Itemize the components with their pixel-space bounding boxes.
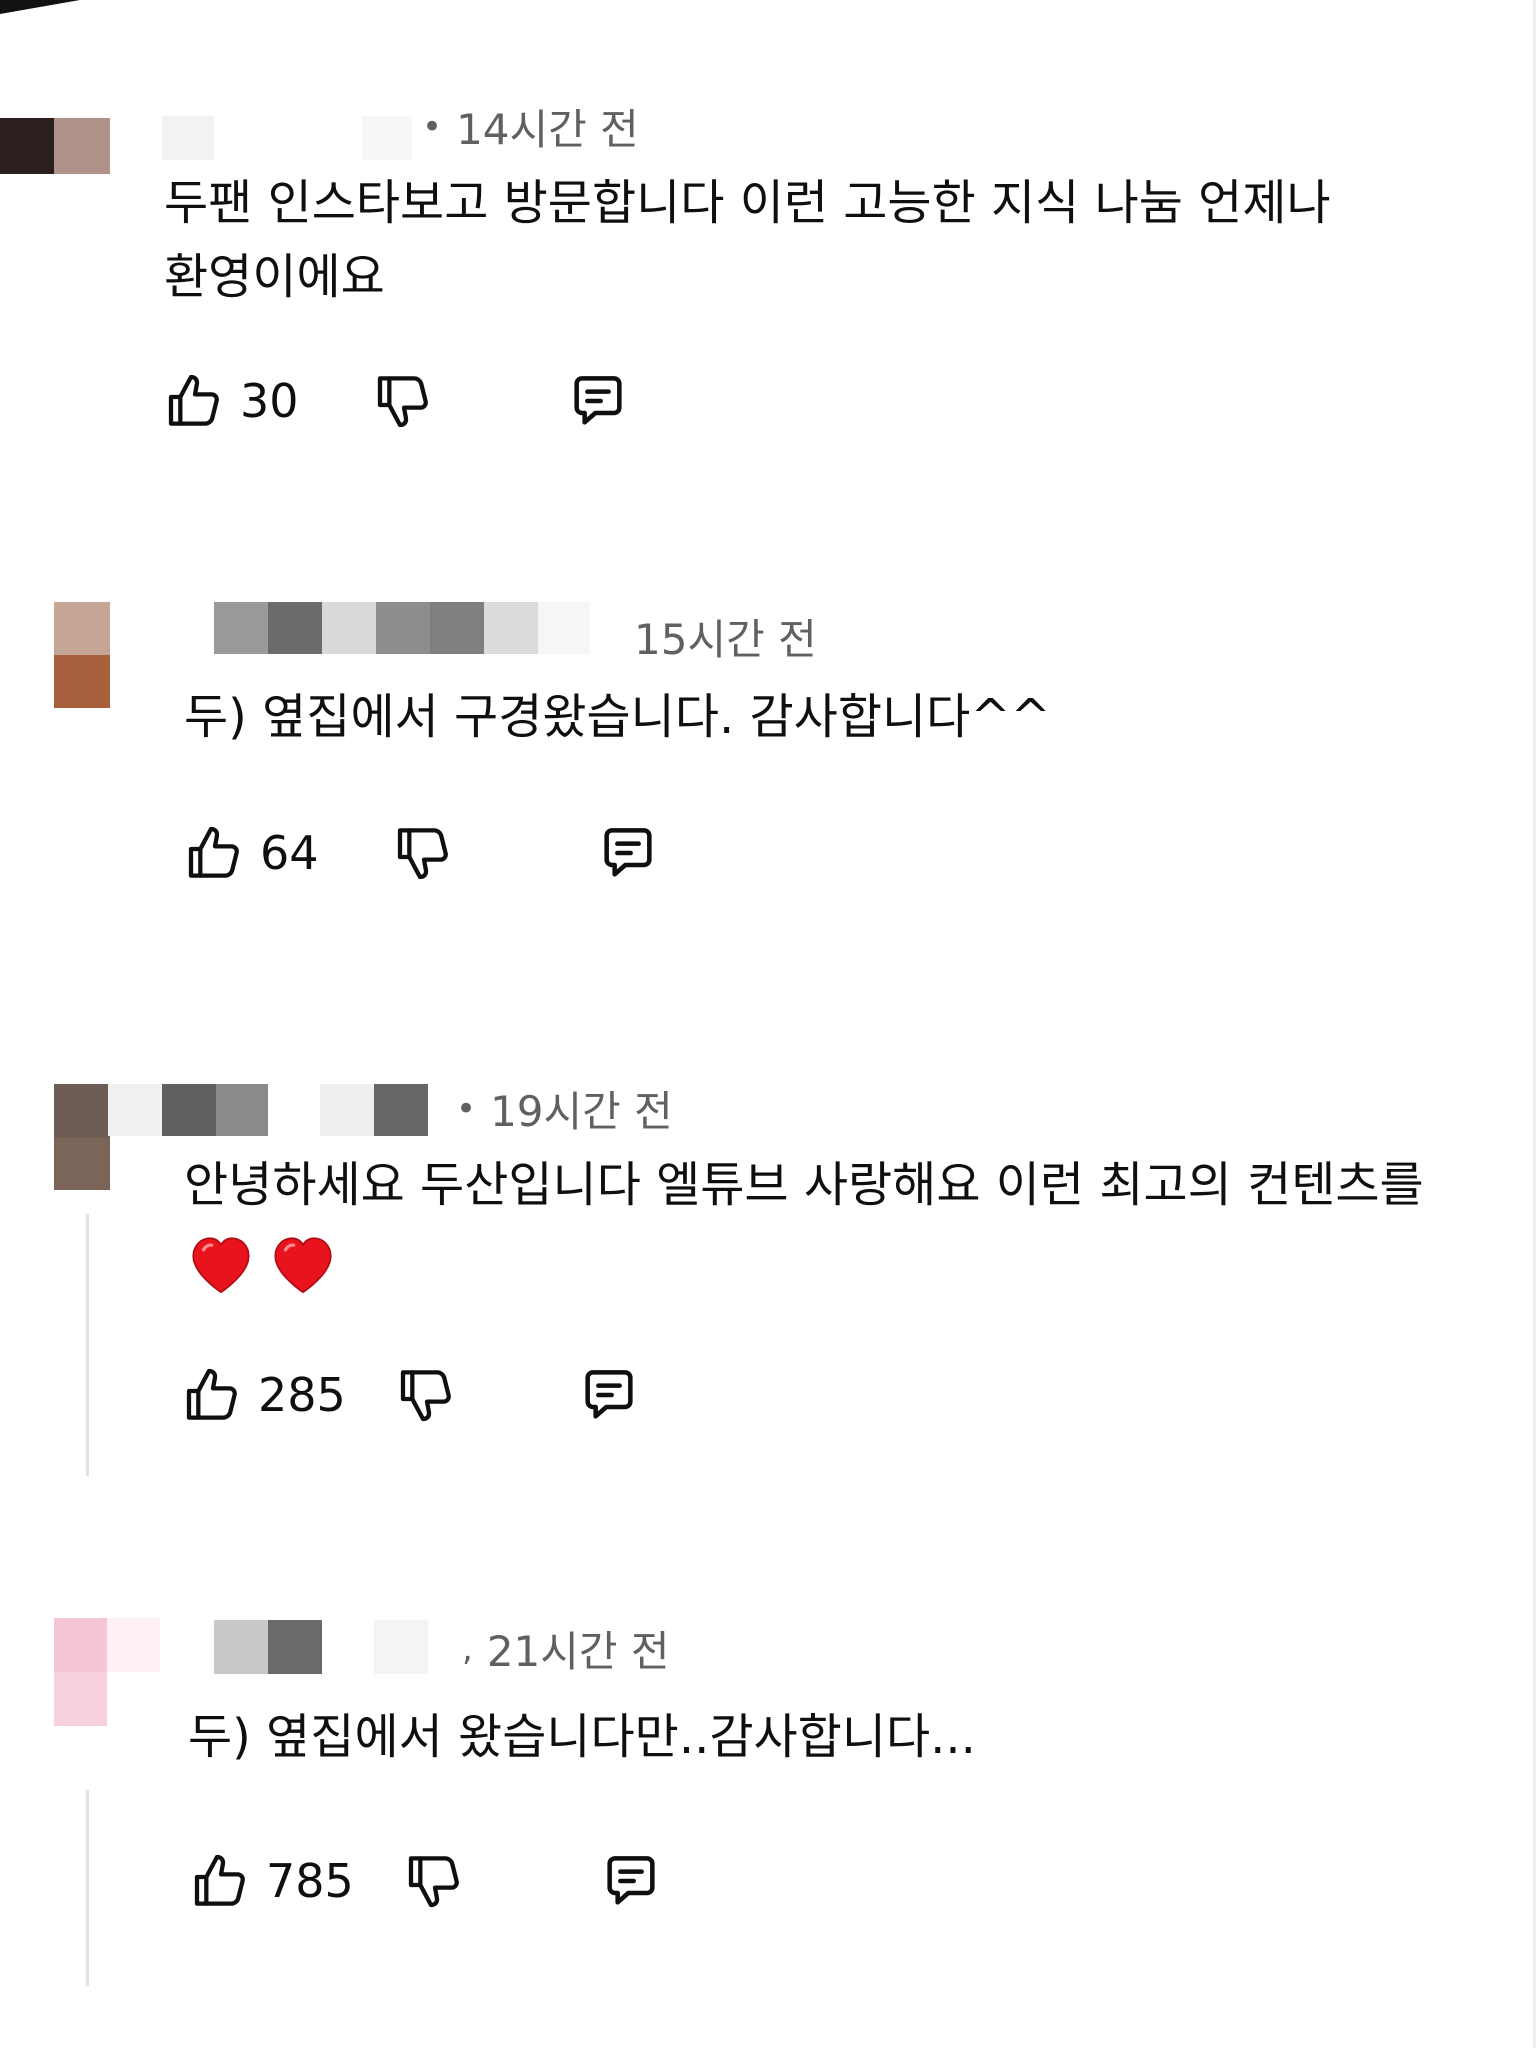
- heart-icon: [274, 1237, 332, 1294]
- reply-button[interactable]: [574, 1360, 644, 1430]
- like-button[interactable]: [160, 366, 230, 436]
- like-count: 64: [260, 826, 319, 880]
- avatar[interactable]: [54, 1084, 110, 1190]
- redacted-username[interactable]: [162, 116, 412, 160]
- reply-button[interactable]: [593, 818, 663, 888]
- like-button[interactable]: [186, 1846, 256, 1916]
- comment-meta: 15시간 전: [634, 606, 817, 667]
- reply-comment-icon: [603, 828, 652, 877]
- redacted-avatar-mosaic: [54, 1618, 160, 1726]
- redacted-avatar-mosaic: [54, 602, 110, 708]
- comment-timestamp: 14시간 전: [456, 105, 639, 154]
- comment-actions: 285: [178, 1360, 644, 1430]
- avatar[interactable]: [0, 118, 110, 174]
- redacted-username[interactable]: [108, 1084, 428, 1136]
- thread-connector-line: [86, 1214, 89, 1476]
- heart-emoji-group: [186, 1230, 338, 1296]
- comment-actions: 64: [180, 818, 663, 888]
- separator-dot: •: [422, 106, 443, 147]
- thumbs-down-icon: [408, 1856, 459, 1908]
- reply-button[interactable]: [596, 1846, 666, 1916]
- thumbs-down-icon: [377, 376, 428, 428]
- comment-meta: , 21시간 전: [462, 1618, 670, 1679]
- comment-actions: 30: [160, 366, 633, 436]
- dislike-button[interactable]: [400, 1846, 470, 1916]
- dislike-button[interactable]: [369, 366, 439, 436]
- avatar[interactable]: [54, 602, 110, 708]
- reply-comment-icon: [607, 1856, 655, 1905]
- comment-text: 두) 옆집에서 왔습니다만..감사합니다...: [188, 1709, 976, 1765]
- comment-timestamp: 15시간 전: [634, 615, 817, 664]
- thumbs-up-icon: [194, 1854, 245, 1906]
- redacted-avatar-mosaic: [54, 1084, 110, 1190]
- thumbs-up-icon: [168, 374, 219, 426]
- heart-icon: [192, 1237, 250, 1294]
- reply-button[interactable]: [563, 366, 633, 436]
- like-button[interactable]: [180, 818, 250, 888]
- comment-timestamp: 19시간 전: [490, 1087, 673, 1136]
- redacted-username[interactable]: [214, 1620, 428, 1674]
- thread-connector-line: [86, 1790, 89, 1986]
- like-count: 30: [240, 374, 299, 428]
- separator-dot: •: [456, 1088, 477, 1129]
- top-corner-decoration: [0, 0, 80, 14]
- comment-meta: • 19시간 전: [456, 1078, 673, 1139]
- comment-timestamp: 21시간 전: [486, 1627, 670, 1676]
- comment-meta: • 14시간 전: [422, 96, 639, 157]
- comment-text: 두팬 인스타보고 방문합니다 이런 고능한 지식 나눔 언제나 환영이에요: [164, 175, 1346, 305]
- thumbs-down-icon: [397, 828, 448, 880]
- dislike-button[interactable]: [389, 818, 459, 888]
- thumbs-up-icon: [188, 826, 239, 878]
- redacted-avatar-mosaic: [0, 118, 110, 174]
- reply-comment-icon: [585, 1370, 633, 1419]
- reply-comment-icon: [573, 376, 622, 425]
- thumbs-down-icon: [400, 1370, 451, 1422]
- dislike-button[interactable]: [392, 1360, 462, 1430]
- like-count: 785: [266, 1854, 354, 1908]
- comment-actions: 785: [186, 1846, 666, 1916]
- comment-text: 안녕하세요 두산입니다 엘튜브 사랑해요 이런 최고의 컨텐츠를: [184, 1157, 1424, 1213]
- thumbs-up-icon: [186, 1368, 237, 1420]
- avatar[interactable]: [54, 1618, 160, 1726]
- like-count: 285: [258, 1368, 346, 1422]
- redacted-username[interactable]: [214, 602, 590, 654]
- separator-dot: ,: [462, 1628, 473, 1669]
- comment-text: 두) 옆집에서 구경왔습니다. 감사합니다^^: [184, 689, 1051, 745]
- like-button[interactable]: [178, 1360, 248, 1430]
